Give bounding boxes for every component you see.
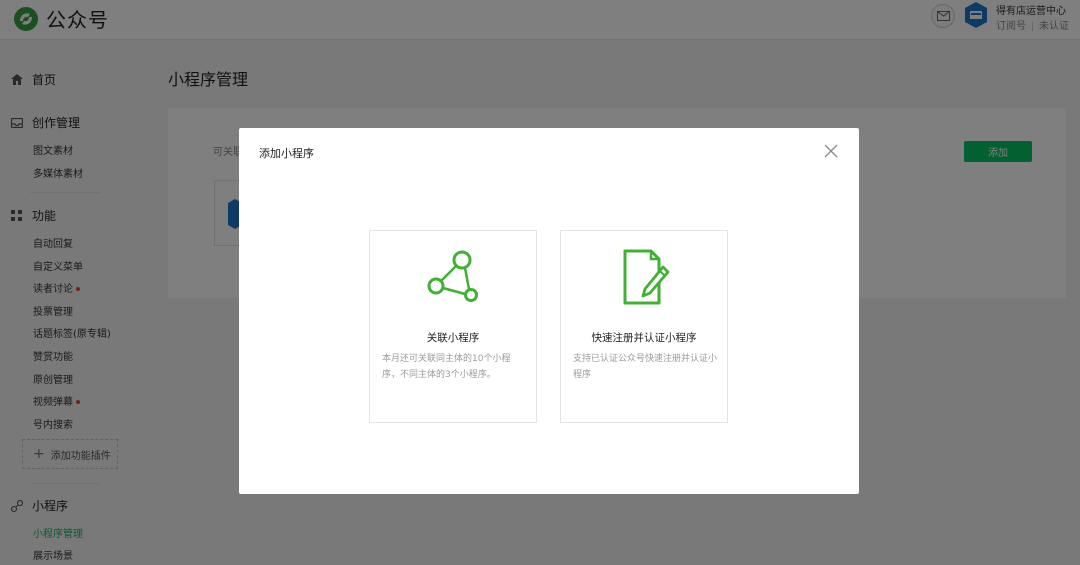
add-miniprogram-dialog: 添加小程序 关联小程序 本月还可关联同主体的10个小程序，不同主体的3个小程序。… [239,128,859,494]
option-description: 支持已认证公众号快速注册并认证小程序 [573,354,718,380]
share-nodes-icon [427,250,478,302]
option-link-miniprogram[interactable]: 关联小程序 本月还可关联同主体的10个小程序，不同主体的3个小程序。 [369,230,537,423]
option-title: 快速注册并认证小程序 [591,332,697,344]
dialog-title: 添加小程序 [259,147,314,160]
close-icon[interactable] [824,144,838,158]
document-pen-icon [623,249,670,305]
option-register-miniprogram[interactable]: 快速注册并认证小程序 支持已认证公众号快速注册并认证小程序 [560,230,728,423]
option-title: 关联小程序 [426,332,480,344]
option-description: 本月还可关联同主体的10个小程序，不同主体的3个小程序。 [382,354,511,380]
